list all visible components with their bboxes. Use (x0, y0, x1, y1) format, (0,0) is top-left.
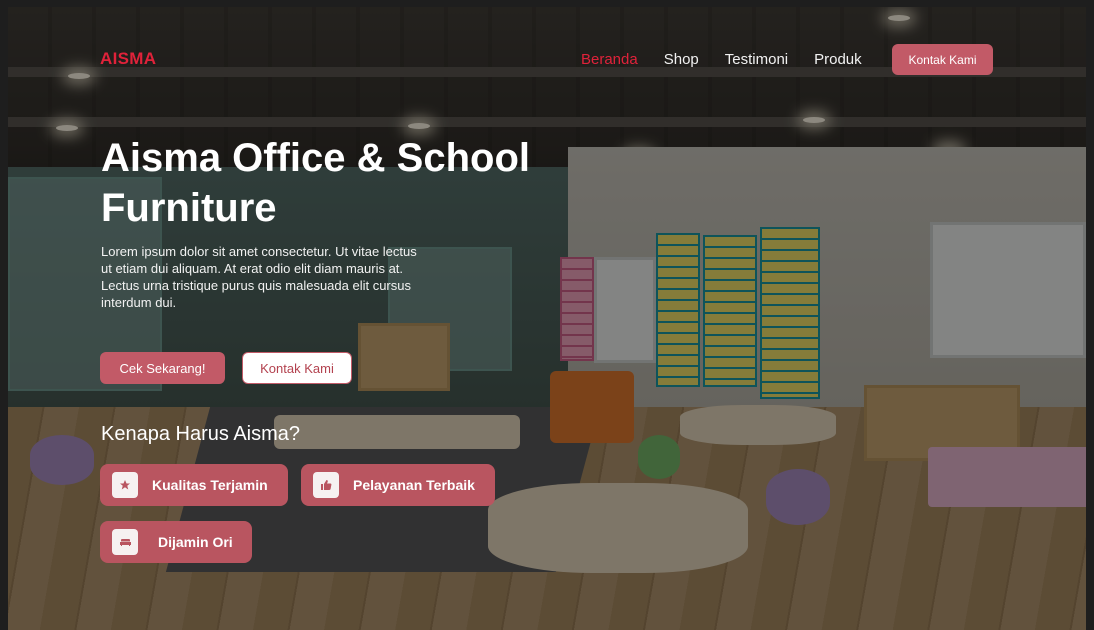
sofa-icon (112, 529, 138, 555)
why-section-title: Kenapa Harus Aisma? (101, 423, 301, 445)
hero-title: Aisma Office & School Furniture (101, 133, 621, 233)
nav-item-produk[interactable]: Produk (814, 50, 862, 70)
cek-sekarang-button[interactable]: Cek Sekarang! (100, 352, 225, 384)
nav-contact-button[interactable]: Kontak Kami (892, 44, 993, 75)
star-icon (112, 472, 138, 498)
feature-label: Kualitas Terjamin (152, 477, 268, 493)
feature-badge-service: Pelayanan Terbaik (301, 464, 495, 506)
main-nav: Beranda Shop Testimoni Produk (581, 50, 888, 70)
brand-logo[interactable]: AISMA (100, 49, 156, 69)
feature-badge-original: Dijamin Ori (100, 521, 252, 563)
page-frame: AISMA Beranda Shop Testimoni Produk Kont… (8, 7, 1086, 630)
thumbs-up-icon (313, 472, 339, 498)
feature-label: Dijamin Ori (158, 534, 233, 550)
hero-description: Lorem ipsum dolor sit amet consectetur. … (101, 244, 417, 310)
hero-title-line-2: Furniture (101, 186, 277, 230)
nav-item-shop[interactable]: Shop (664, 50, 699, 70)
nav-item-testimoni[interactable]: Testimoni (725, 50, 788, 70)
feature-label: Pelayanan Terbaik (353, 477, 475, 493)
hero-title-line-1: Aisma Office & School (101, 136, 530, 180)
feature-badge-quality: Kualitas Terjamin (100, 464, 288, 506)
nav-item-beranda[interactable]: Beranda (581, 50, 638, 70)
kontak-kami-button[interactable]: Kontak Kami (242, 352, 352, 384)
